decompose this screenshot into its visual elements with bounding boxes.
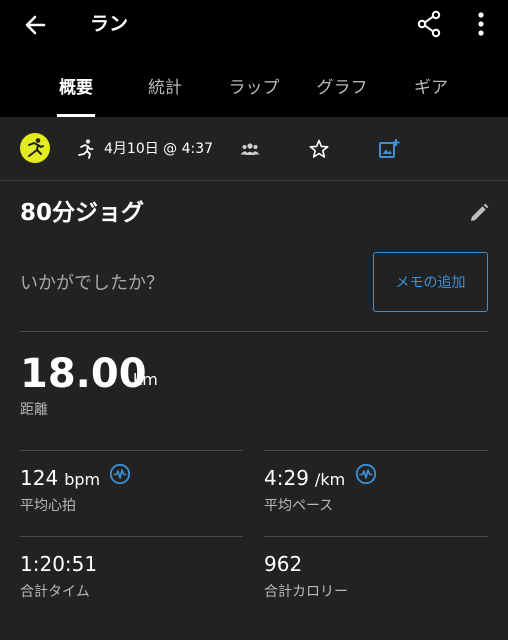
- avg-hr-label: 平均心拍: [20, 498, 76, 514]
- avg-hr-value: 124: [20, 466, 59, 490]
- avg-pace-stat: 4:29/km: [264, 464, 345, 494]
- avg-hr-stat: 124 bpm: [20, 464, 100, 494]
- total-calories-value: 962: [264, 552, 303, 576]
- tab-laps[interactable]: ラップ: [220, 76, 288, 100]
- top-app-bar: ラン 概要 統計 ラップ グラフ ギア: [0, 0, 508, 117]
- share-icon[interactable]: [414, 9, 444, 39]
- active-tab-indicator: [57, 114, 95, 117]
- page-title: ラン: [90, 13, 129, 35]
- distance-unit: km: [133, 370, 158, 389]
- group-icon[interactable]: [240, 140, 260, 158]
- distance-value: 18.00: [20, 351, 147, 397]
- avg-pace-value: 4:29: [264, 466, 309, 490]
- back-arrow-icon[interactable]: [20, 10, 50, 40]
- activity-info-row: 4月10日 @ 4:37: [0, 128, 508, 172]
- activity-name: 80分ジョグ: [20, 200, 145, 226]
- total-time-value: 1:20:51: [20, 552, 98, 576]
- star-icon[interactable]: [308, 138, 330, 160]
- edit-pencil-icon[interactable]: [468, 202, 490, 224]
- stat-divider-left: [20, 536, 243, 537]
- avg-hr-unit: bpm: [64, 470, 101, 489]
- run-activity-icon: [78, 139, 94, 159]
- runner-icon: [28, 138, 44, 157]
- total-calories-label: 合計カロリー: [264, 584, 348, 600]
- pace-chart-icon[interactable]: [355, 463, 377, 485]
- activity-date: 4月10日 @ 4:37: [104, 141, 214, 157]
- tab-overview[interactable]: 概要: [45, 76, 107, 100]
- add-photo-icon[interactable]: [377, 137, 401, 161]
- stat-divider-right: [264, 536, 488, 537]
- stat-divider-left: [20, 450, 243, 451]
- stat-divider-right: [264, 450, 488, 451]
- tab-stats[interactable]: 統計: [134, 76, 196, 100]
- avg-pace-unit: /km: [314, 470, 346, 489]
- feedback-prompt: いかがでしたか？: [20, 273, 164, 294]
- distance-label: 距離: [20, 402, 48, 418]
- total-time-label: 合計タイム: [20, 584, 90, 600]
- more-vertical-icon[interactable]: [466, 9, 496, 39]
- add-memo-button[interactable]: メモの追加: [373, 252, 488, 312]
- activity-type-badge: [20, 133, 50, 163]
- avg-pace-label: 平均ペース: [264, 498, 334, 514]
- stats-divider: [20, 331, 488, 332]
- section-divider: [0, 180, 508, 181]
- tab-graphs[interactable]: グラフ: [308, 76, 376, 100]
- tab-gear[interactable]: ギア: [400, 76, 462, 100]
- heart-rate-chart-icon[interactable]: [109, 463, 131, 485]
